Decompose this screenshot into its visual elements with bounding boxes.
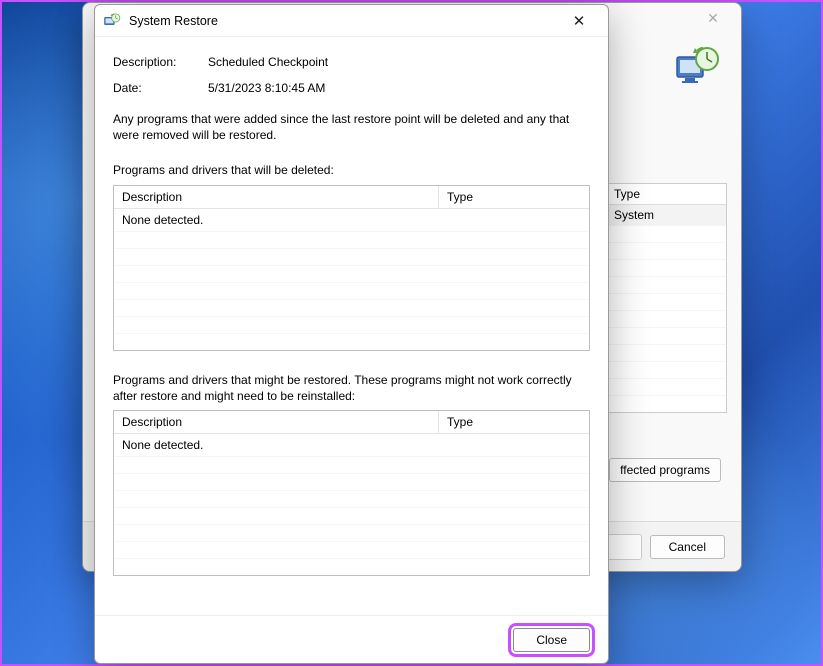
titlebar: System Restore ✕ bbox=[95, 5, 608, 37]
scan-affected-programs-button-fragment[interactable]: ffected programs bbox=[609, 458, 721, 482]
grid-header-description[interactable]: Description bbox=[114, 411, 439, 433]
deleted-section-label: Programs and drivers that will be delete… bbox=[113, 163, 590, 179]
description-value: Scheduled Checkpoint bbox=[208, 55, 328, 69]
restored-section-label: Programs and drivers that might be resto… bbox=[113, 373, 590, 404]
date-value: 5/31/2023 8:10:45 AM bbox=[208, 81, 325, 95]
date-label: Date: bbox=[113, 81, 208, 95]
restored-none-detected: None detected. bbox=[114, 434, 589, 456]
grid-header-description[interactable]: Description bbox=[114, 186, 439, 208]
deleted-programs-grid[interactable]: Description Type None detected. bbox=[113, 185, 590, 351]
explanation-text: Any programs that were added since the l… bbox=[113, 111, 590, 143]
system-restore-icon bbox=[673, 43, 721, 91]
dialog-bottom-bar: Close bbox=[95, 615, 608, 663]
close-button[interactable]: Close bbox=[513, 628, 590, 652]
deleted-none-detected: None detected. bbox=[114, 209, 589, 231]
system-restore-details-dialog: System Restore ✕ Description: Scheduled … bbox=[94, 4, 609, 664]
restored-programs-grid[interactable]: Description Type None detected. bbox=[113, 410, 590, 576]
cancel-button[interactable]: Cancel bbox=[650, 535, 725, 559]
parent-restore-points-table-fragment: Type System bbox=[607, 183, 727, 413]
close-icon[interactable]: ✕ bbox=[558, 7, 600, 35]
dialog-content: Description: Scheduled Checkpoint Date: … bbox=[95, 37, 608, 615]
description-label: Description: bbox=[113, 55, 208, 69]
system-restore-icon bbox=[103, 12, 121, 30]
grid-header-type[interactable]: Type bbox=[439, 186, 589, 208]
parent-table-header-type: Type bbox=[608, 184, 726, 205]
parent-table-row-type: System bbox=[608, 205, 726, 225]
grid-header-type[interactable]: Type bbox=[439, 411, 589, 433]
close-icon-disabled: ✕ bbox=[693, 5, 733, 31]
dialog-title: System Restore bbox=[129, 14, 558, 28]
